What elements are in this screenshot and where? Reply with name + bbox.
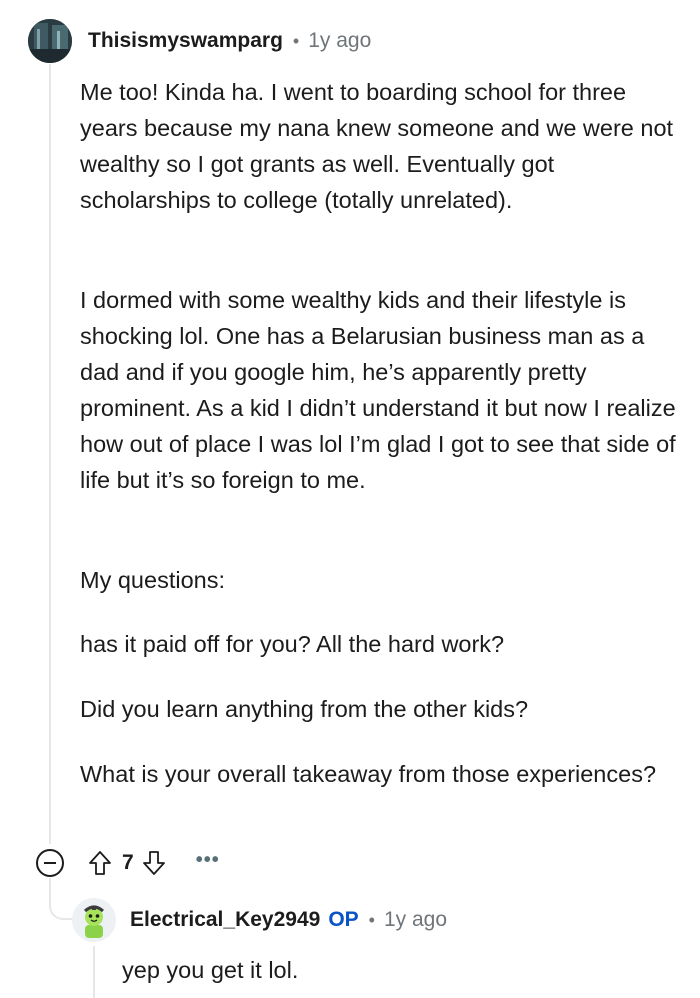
ellipsis-icon[interactable]: •••: [196, 850, 220, 876]
comment-paragraph: Did you learn anything from the other ki…: [80, 696, 529, 722]
arrow-down-outline-icon[interactable]: [140, 848, 168, 878]
arrow-up-outline-icon[interactable]: [86, 848, 114, 878]
comment-paragraph: Me too! Kinda ha. I went to boarding sch…: [80, 79, 674, 213]
comment-header: Thisismyswamparg • 1y ago: [28, 19, 371, 63]
reply-header: Electrical_Key2949 OP • 1y ago: [72, 898, 447, 942]
comment-paragraph: has it paid off for you? All the hard wo…: [80, 631, 505, 657]
comment-paragraph: My questions:: [80, 567, 225, 593]
reply-text: yep you get it lol.: [122, 957, 299, 983]
user-avatar[interactable]: [28, 19, 72, 63]
op-badge: OP: [328, 908, 359, 931]
comment-thread-line[interactable]: [49, 64, 51, 844]
reply-thread-line[interactable]: [93, 946, 95, 998]
vote-score: 7: [122, 851, 134, 874]
meta-separator: •: [368, 909, 375, 930]
user-avatar[interactable]: [72, 898, 116, 942]
minus-circle-icon[interactable]: [36, 849, 64, 877]
reply-timestamp: 1y ago: [383, 908, 448, 931]
meta-separator: •: [292, 30, 300, 51]
comment-author[interactable]: Thisismyswamparg: [88, 29, 283, 53]
reply-author[interactable]: Electrical_Key2949: [130, 908, 320, 932]
comment-paragraph: I dormed with some wealthy kids and thei…: [80, 287, 676, 493]
comment-timestamp: 1y ago: [308, 29, 372, 52]
reply-connector-line: [49, 878, 73, 920]
comment-paragraph: What is your overall takeaway from those…: [80, 761, 657, 787]
comment-action-bar: 7 •••: [36, 846, 220, 880]
